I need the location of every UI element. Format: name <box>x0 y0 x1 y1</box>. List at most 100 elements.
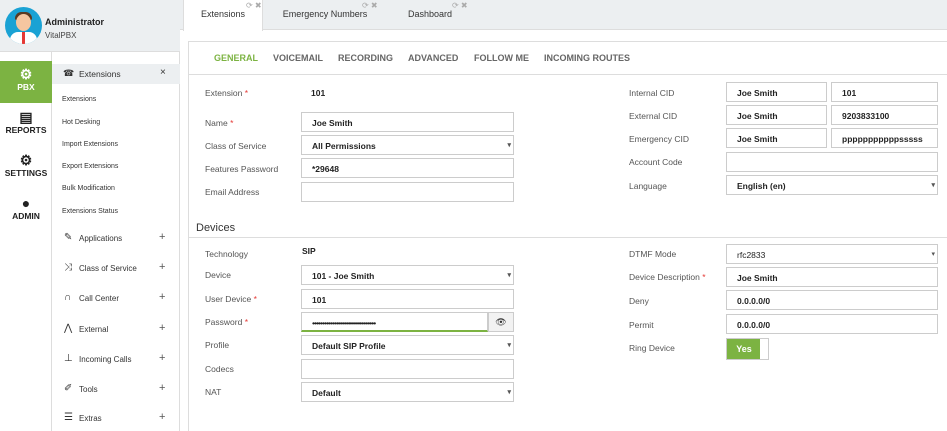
plus-icon: + <box>159 382 166 394</box>
name-field[interactable]: Joe Smith <box>301 112 514 132</box>
submenu-item-extensions-status[interactable]: Extensions Status <box>62 208 118 215</box>
subtab-general[interactable]: GENERAL <box>214 53 258 63</box>
road-icon: ⋀ <box>64 323 73 334</box>
tab-controls[interactable]: ⟳ ✖ <box>362 1 378 10</box>
device-select[interactable]: 101 - Joe Smith ▾ <box>301 265 514 285</box>
plus-icon: + <box>159 291 166 303</box>
nav-admin[interactable]: ● ADMIN <box>0 190 52 232</box>
dtmf-mode-select[interactable]: rfc2833 ▾ <box>726 244 938 264</box>
submenu-group-external[interactable]: ⋀ External + <box>52 320 180 340</box>
submenu-group-incoming-calls[interactable]: ⊥ Incoming Calls + <box>52 350 180 370</box>
submenu-group-label: Applications <box>79 234 123 243</box>
nav-reports[interactable]: ▤ REPORTS <box>0 104 52 146</box>
subtab-incoming-routes[interactable]: INCOMING ROUTES <box>544 53 630 63</box>
subtab-follow-me[interactable]: FOLLOW ME <box>474 53 529 63</box>
user-device-field[interactable]: 101 <box>301 289 514 309</box>
chevron-down-icon: ▾ <box>507 342 511 349</box>
external-cid-number-field[interactable]: 9203833100 <box>831 105 938 125</box>
user-name: Administrator <box>45 17 105 27</box>
tab-emergency-numbers[interactable]: Emergency Numbers ⟳ ✖ <box>270 0 380 30</box>
user-device-label: User Device * <box>205 294 257 304</box>
tab-label: Extensions <box>200 9 246 19</box>
subtab-voicemail[interactable]: VOICEMAIL <box>273 53 323 63</box>
emergency-cid-number-field[interactable]: pppppppppppsssss <box>831 128 938 148</box>
tab-dashboard[interactable]: Dashboard ⟳ ✖ <box>390 0 470 30</box>
language-select[interactable]: English (en) ▾ <box>726 175 938 195</box>
nav-settings[interactable]: ⚙ SETTINGS <box>0 147 52 189</box>
tab-controls[interactable]: ⟳ ✖ <box>452 1 468 10</box>
device-description-label: Device Description * <box>629 272 706 282</box>
class-of-service-value: All Permissions <box>312 141 376 151</box>
close-icon[interactable]: × <box>160 67 166 78</box>
class-of-service-label: Class of Service <box>205 141 267 151</box>
submenu-group-applications[interactable]: ✎ Applications + <box>52 229 180 249</box>
list-icon: ☰ <box>64 412 73 423</box>
eye-icon: 👁 <box>495 317 507 327</box>
ring-device-toggle[interactable]: Yes <box>726 338 769 360</box>
submenu-item-export-extensions[interactable]: Export Extensions <box>62 163 118 170</box>
codecs-field[interactable] <box>301 359 514 379</box>
submenu-item-bulk-modification[interactable]: Bulk Modification <box>62 185 115 192</box>
submenu-item-hot-desking[interactable]: Hot Desking <box>62 119 100 126</box>
features-password-field[interactable]: *29648 <box>301 158 514 178</box>
profile-label: Profile <box>205 340 230 350</box>
emergency-cid-name-field[interactable]: Joe Smith <box>726 128 827 148</box>
chevron-down-icon: ▾ <box>931 251 935 258</box>
submenu-group-label: External <box>79 325 109 334</box>
device-label: Device <box>205 270 231 280</box>
codecs-label: Codecs <box>205 364 234 374</box>
gear-icon: ⚙ <box>19 66 33 82</box>
nat-value: Default <box>312 388 341 398</box>
tab-extensions[interactable]: Extensions ⟳ ✖ <box>183 0 263 31</box>
tab-controls[interactable]: ⟳ ✖ <box>246 1 262 10</box>
account-code-field[interactable] <box>726 152 938 172</box>
user-role: VitalPBX <box>45 31 77 40</box>
nat-label: NAT <box>205 387 222 397</box>
submenu-group-class-of-service[interactable]: ⤨ Class of Service + <box>52 259 180 279</box>
subtab-bar: GENERAL VOICEMAIL RECORDING ADVANCED FOL… <box>189 42 947 75</box>
submenu-item-import-extensions[interactable]: Import Extensions <box>62 141 118 148</box>
chevron-down-icon: ▾ <box>507 389 511 396</box>
class-of-service-select[interactable]: All Permissions ▾ <box>301 135 514 155</box>
submenu-header[interactable]: ☎ Extensions × <box>52 64 180 84</box>
nav-settings-label: SETTINGS <box>4 168 48 178</box>
internal-cid-number-field[interactable]: 101 <box>831 82 938 102</box>
password-field[interactable]: •••••••••••••••••••••••••••••••• <box>301 312 488 332</box>
email-field[interactable] <box>301 182 514 202</box>
show-password-button[interactable]: 👁 <box>488 312 514 332</box>
nav-pbx[interactable]: ⚙ PBX <box>0 61 52 103</box>
plus-icon: + <box>159 322 166 334</box>
gears-icon: ⚙ <box>19 152 33 168</box>
subtab-recording[interactable]: RECORDING <box>338 53 393 63</box>
document-icon: ▤ <box>19 109 33 125</box>
profile-select[interactable]: Default SIP Profile ▾ <box>301 335 514 355</box>
deny-field[interactable]: 0.0.0.0/0 <box>726 290 938 310</box>
external-cid-name-field[interactable]: Joe Smith <box>726 105 827 125</box>
shuffle-icon: ⤨ <box>64 262 72 273</box>
features-password-label: Features Password <box>205 164 279 174</box>
deny-label: Deny <box>629 296 649 306</box>
users-icon: ● <box>21 195 31 211</box>
name-label: Name * <box>205 118 234 128</box>
nat-select[interactable]: Default ▾ <box>301 382 514 402</box>
chevron-down-icon: ▾ <box>931 182 935 189</box>
avatar[interactable] <box>5 7 42 44</box>
technology-value: SIP <box>302 246 316 256</box>
submenu-group-label: Class of Service <box>79 264 137 273</box>
plus-icon: + <box>159 261 166 273</box>
submenu-item-extensions[interactable]: Extensions <box>62 96 96 103</box>
submenu-group-call-center[interactable]: ∩ Call Center + <box>52 289 180 309</box>
submenu-group-extras[interactable]: ☰ Extras + <box>52 409 180 429</box>
internal-cid-name-field[interactable]: Joe Smith <box>726 82 827 102</box>
submenu-group-label: Extras <box>79 414 102 423</box>
main-nav: ⚙ PBX ▤ REPORTS ⚙ SETTINGS ● ADMIN <box>0 0 52 431</box>
tab-bar: Extensions ⟳ ✖ Emergency Numbers ⟳ ✖ Das… <box>180 0 947 31</box>
permit-field[interactable]: 0.0.0.0/0 <box>726 314 938 334</box>
email-label: Email Address <box>205 187 260 197</box>
technology-label: Technology <box>205 249 249 259</box>
subtab-advanced[interactable]: ADVANCED <box>408 53 458 63</box>
submenu-group-tools[interactable]: ✐ Tools + <box>52 380 180 400</box>
toggle-knob <box>760 339 768 359</box>
device-description-field[interactable]: Joe Smith <box>726 267 938 287</box>
plus-icon: + <box>159 352 166 364</box>
